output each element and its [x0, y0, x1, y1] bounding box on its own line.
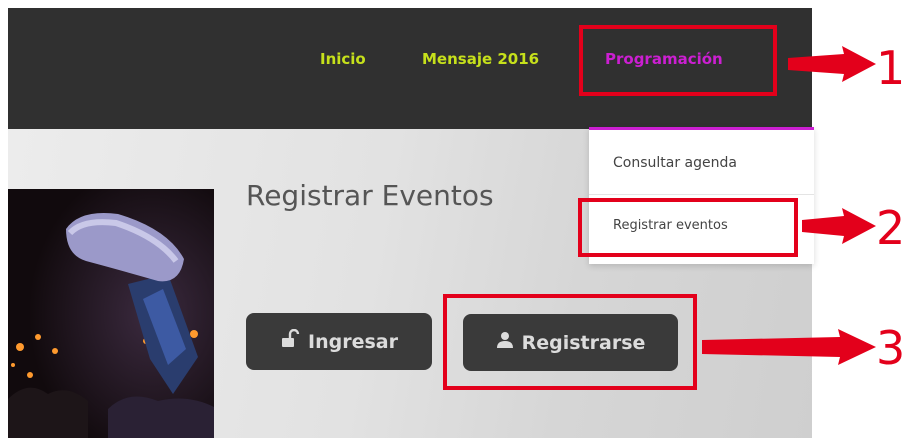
- annotation-arrow-2-icon: [802, 208, 876, 244]
- annotation-number-2: 2: [876, 201, 906, 255]
- ingresar-button[interactable]: Ingresar: [246, 313, 432, 370]
- ingresar-label: Ingresar: [308, 330, 398, 353]
- annotation-box-3: [443, 294, 697, 390]
- annotation-arrow-1-icon: [788, 46, 876, 82]
- menu-item-consultar-agenda[interactable]: Consultar agenda: [613, 155, 737, 171]
- unlock-icon: [280, 328, 300, 354]
- nav-inicio[interactable]: Inicio: [320, 50, 366, 68]
- nav-mensaje-2016[interactable]: Mensaje 2016: [422, 50, 539, 68]
- annotation-box-2: [578, 198, 798, 257]
- annotation-number-1: 1: [876, 41, 906, 95]
- page-title: Registrar Eventos: [246, 179, 494, 212]
- annotation-number-3: 3: [876, 321, 906, 375]
- annotation-arrow-3-icon: [702, 329, 876, 365]
- menu-divider: [589, 194, 814, 195]
- event-photo: [8, 189, 214, 438]
- annotation-box-1: [579, 25, 777, 96]
